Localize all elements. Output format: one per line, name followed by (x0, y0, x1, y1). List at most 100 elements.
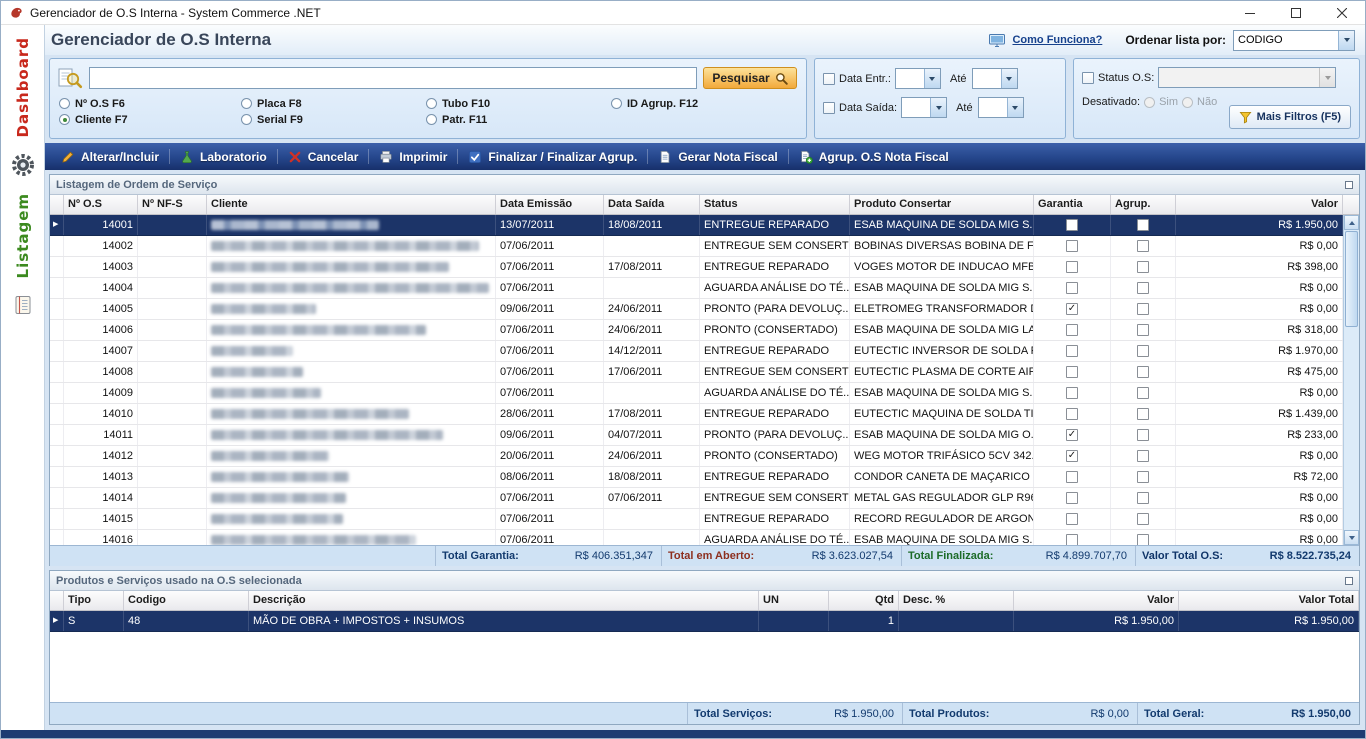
garantia-checkbox[interactable] (1066, 471, 1078, 483)
column-header-valor[interactable]: Valor (1014, 591, 1179, 610)
data-saida-from-select[interactable] (901, 97, 947, 118)
agrup-checkbox[interactable] (1137, 366, 1149, 378)
column-header-produto-consertar[interactable]: Produto Consertar (850, 195, 1034, 214)
garantia-checkbox[interactable] (1066, 261, 1078, 273)
garantia-checkbox[interactable] (1066, 324, 1078, 336)
scroll-down-button[interactable] (1344, 530, 1359, 545)
agrup-checkbox[interactable] (1137, 513, 1149, 525)
scroll-up-button[interactable] (1344, 215, 1359, 230)
column-header-agrup[interactable]: Agrup. (1111, 195, 1176, 214)
item-row[interactable]: ▶S48MÃO DE OBRA + IMPOSTOS + INSUMOS1R$ … (50, 611, 1359, 632)
column-header-data-emiss-o[interactable]: Data Emissão (496, 195, 604, 214)
order-row[interactable]: 1400307/06/201117/08/2011ENTREGUE REPARA… (50, 257, 1343, 278)
column-header-codigo[interactable]: Codigo (124, 591, 249, 610)
order-by-select[interactable]: CODIGO (1233, 30, 1355, 51)
agrup-checkbox[interactable] (1137, 471, 1149, 483)
mais-filtros-button[interactable]: Mais Filtros (F5) (1229, 105, 1351, 129)
order-row[interactable]: 1401109/06/201104/07/2011PRONTO (PARA DE… (50, 425, 1343, 446)
panel-maximize-icon[interactable] (1345, 181, 1353, 189)
como-funciona-link[interactable]: Como Funciona? (1012, 34, 1102, 46)
agrup-checkbox[interactable] (1137, 261, 1149, 273)
column-header-status[interactable]: Status (700, 195, 850, 214)
finalizar-finalizar-agrup-button[interactable]: Finalizar / Finalizar Agrup. (458, 143, 647, 170)
notebook-icon[interactable] (12, 294, 34, 316)
order-row[interactable]: 1400707/06/201114/12/2011ENTREGUE REPARA… (50, 341, 1343, 362)
data-saida-to-select[interactable] (978, 97, 1024, 118)
agrup-checkbox[interactable] (1137, 303, 1149, 315)
garantia-checkbox[interactable] (1066, 219, 1078, 231)
imprimir-button[interactable]: Imprimir (369, 143, 457, 170)
column-header-un[interactable]: UN (759, 591, 829, 610)
agrup-checkbox[interactable] (1137, 534, 1149, 545)
data-saida-checkbox[interactable] (823, 102, 835, 114)
close-button[interactable] (1319, 1, 1365, 24)
agrup-checkbox[interactable] (1137, 429, 1149, 441)
laboratorio-button[interactable]: Laboratorio (170, 143, 277, 170)
scrollbar-thumb[interactable] (1345, 231, 1358, 327)
garantia-checkbox[interactable] (1066, 408, 1078, 420)
agrup-o-s-nota-fiscal-button[interactable]: Agrup. O.S Nota Fiscal (789, 143, 959, 170)
agrup-checkbox[interactable] (1137, 219, 1149, 231)
panel-maximize-icon[interactable] (1345, 577, 1353, 585)
column-header-n-nf-s[interactable]: Nº NF-S (138, 195, 207, 214)
garantia-checkbox[interactable] (1066, 513, 1078, 525)
agrup-checkbox[interactable] (1137, 240, 1149, 252)
garantia-checkbox[interactable] (1066, 534, 1078, 545)
sidebar-item-dashboard[interactable]: Dashboard (14, 37, 32, 137)
order-row[interactable]: 1401028/06/201117/08/2011ENTREGUE REPARA… (50, 404, 1343, 425)
gear-icon[interactable] (10, 152, 36, 178)
column-header-garantia[interactable]: Garantia (1034, 195, 1111, 214)
agrup-checkbox[interactable] (1137, 492, 1149, 504)
garantia-checkbox[interactable] (1066, 492, 1078, 504)
order-row[interactable]: 1401308/06/201118/08/2011ENTREGUE REPARA… (50, 467, 1343, 488)
order-row[interactable]: 1401407/06/201107/06/2011ENTREGUE SEM CO… (50, 488, 1343, 509)
pesquisar-button[interactable]: Pesquisar (703, 67, 797, 89)
search-mode-radio-id-agrup-f12[interactable]: ID Agrup. F12 (611, 96, 800, 111)
combo-dropdown-button[interactable] (1001, 69, 1017, 88)
search-mode-radio-serial-f9[interactable]: Serial F9 (241, 112, 426, 127)
order-row[interactable]: 1401607/06/2011AGUARDA ANÁLISE DO TÉ...E… (50, 530, 1343, 545)
data-entr-checkbox[interactable] (823, 73, 835, 85)
column-header-n-o-s[interactable]: Nº O.S (64, 195, 138, 214)
order-row[interactable]: 1400807/06/201117/06/2011ENTREGUE SEM CO… (50, 362, 1343, 383)
agrup-checkbox[interactable] (1137, 282, 1149, 294)
garantia-checkbox[interactable] (1066, 240, 1078, 252)
garantia-checkbox[interactable]: ✓ (1066, 429, 1078, 441)
search-mode-radio-n-o-s-f6[interactable]: Nº O.S F6 (59, 96, 241, 111)
combo-dropdown-button[interactable] (1338, 31, 1354, 50)
garantia-checkbox[interactable] (1066, 366, 1078, 378)
garantia-checkbox[interactable]: ✓ (1066, 303, 1078, 315)
order-row[interactable]: 1400509/06/201124/06/2011PRONTO (PARA DE… (50, 299, 1343, 320)
search-mode-radio-placa-f8[interactable]: Placa F8 (241, 96, 426, 111)
combo-dropdown-button[interactable] (1007, 98, 1023, 117)
agrup-checkbox[interactable] (1137, 324, 1149, 336)
search-mode-radio-cliente-f7[interactable]: Cliente F7 (59, 112, 241, 127)
order-row[interactable]: 1400607/06/201124/06/2011PRONTO (CONSERT… (50, 320, 1343, 341)
minimize-button[interactable] (1227, 1, 1273, 24)
garantia-checkbox[interactable]: ✓ (1066, 450, 1078, 462)
status-os-checkbox[interactable] (1082, 72, 1094, 84)
column-header-valor-total[interactable]: Valor Total (1179, 591, 1359, 610)
column-header-qtd[interactable]: Qtd (829, 591, 899, 610)
order-row[interactable]: ▶1400113/07/201118/08/2011ENTREGUE REPAR… (50, 215, 1343, 236)
gerar-nota-fiscal-button[interactable]: Gerar Nota Fiscal (648, 143, 787, 170)
garantia-checkbox[interactable] (1066, 387, 1078, 399)
garantia-checkbox[interactable] (1066, 282, 1078, 294)
search-input[interactable] (89, 67, 697, 89)
order-row[interactable]: 1401507/06/2011ENTREGUE REPARADORECORD R… (50, 509, 1343, 530)
column-header-desc[interactable]: Desc. % (899, 591, 1014, 610)
agrup-checkbox[interactable] (1137, 387, 1149, 399)
maximize-button[interactable] (1273, 1, 1319, 24)
column-header-tipo[interactable]: Tipo (64, 591, 124, 610)
alterar-incluir-button[interactable]: Alterar/Incluir (51, 143, 169, 170)
garantia-checkbox[interactable] (1066, 345, 1078, 357)
order-row[interactable]: 1400407/06/2011AGUARDA ANÁLISE DO TÉ...E… (50, 278, 1343, 299)
vertical-scrollbar[interactable] (1343, 215, 1359, 545)
agrup-checkbox[interactable] (1137, 450, 1149, 462)
data-entr-to-select[interactable] (972, 68, 1018, 89)
column-header-data-sa-da[interactable]: Data Saída (604, 195, 700, 214)
order-row[interactable]: 1400907/06/2011AGUARDA ANÁLISE DO TÉ...E… (50, 383, 1343, 404)
column-header-cliente[interactable]: Cliente (207, 195, 496, 214)
sidebar-item-listagem[interactable]: Listagem (14, 193, 32, 278)
column-header-descri-o[interactable]: Descrição (249, 591, 759, 610)
